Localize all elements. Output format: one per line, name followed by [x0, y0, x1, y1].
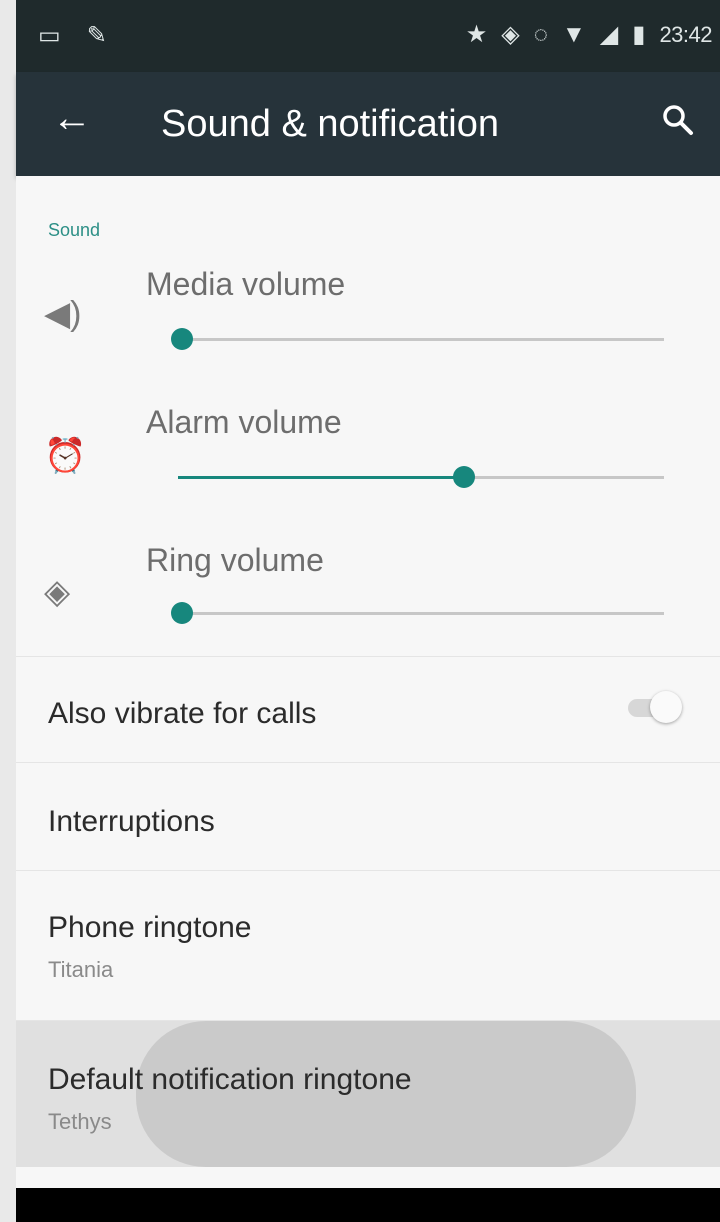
media-volume-label: Media volume — [146, 266, 346, 302]
toggle-knob — [650, 691, 682, 723]
vibrate-toggle[interactable] — [620, 691, 684, 723]
speaker-icon: ◀) — [44, 295, 82, 333]
interruptions-item[interactable]: Interruptions — [16, 762, 720, 871]
settings-content: Sound ◀) Media volume ⏰ Alarm volume ◈ R… — [16, 176, 720, 1188]
notification-ringtone-value: Tethys — [48, 1109, 112, 1134]
left-edge — [0, 0, 16, 1222]
alarm-volume-thumb[interactable] — [452, 466, 475, 488]
alarm-clock-icon: ⏰ — [44, 437, 87, 475]
ring-volume-slider[interactable] — [171, 602, 664, 624]
alarm-volume-slider[interactable] — [178, 466, 664, 488]
search-icon[interactable] — [658, 100, 698, 140]
app-bar: ← Sound & notification — [16, 72, 720, 176]
battery-icon: ▮ — [632, 21, 646, 48]
ring-volume-label: Ring volume — [146, 542, 324, 578]
media-volume-row: ◀) Media volume — [16, 246, 720, 382]
alarm-volume-row: ⏰ Alarm volume — [16, 382, 720, 518]
star-icon: ★ — [465, 21, 488, 48]
alarm-icon: ◌ — [533, 21, 548, 48]
phone-ringtone-item[interactable]: Phone ringtone Titania — [16, 870, 720, 1021]
vibrate-for-calls-label: Also vibrate for calls — [48, 697, 317, 730]
section-header-sound: Sound — [48, 220, 101, 240]
interruptions-label: Interruptions — [48, 805, 215, 838]
media-volume-thumb[interactable] — [171, 328, 193, 350]
status-right-icons: ★ ◈ ◌ ▼ ◢ ▮ 23:42 — [465, 21, 713, 48]
alarm-volume-fill — [178, 476, 460, 479]
alarm-volume-label: Alarm volume — [146, 404, 342, 440]
status-left-icons: ▭ ✎ — [38, 24, 107, 48]
phone-ringtone-label: Phone ringtone — [48, 911, 252, 944]
ring-volume-thumb[interactable] — [171, 602, 193, 624]
notification-ringtone-item[interactable]: Default notification ringtone Tethys — [16, 1020, 720, 1167]
vibrate-icon: ◈ — [501, 21, 520, 48]
ring-volume-row: ◈ Ring volume — [16, 520, 720, 656]
media-volume-slider[interactable] — [171, 328, 664, 350]
notification-ringtone-label: Default notification ringtone — [48, 1063, 412, 1096]
vibrate-for-calls-item[interactable]: Also vibrate for calls — [16, 656, 720, 763]
status-time: 23:42 — [659, 22, 712, 47]
pen-icon: ✎ — [86, 22, 107, 49]
phone-ringtone-value: Titania — [48, 957, 114, 982]
wifi-icon: ▼ — [561, 21, 586, 48]
signal-icon: ◢ — [599, 21, 619, 48]
vibrate-icon: ◈ — [44, 573, 71, 611]
navigation-bar — [16, 1188, 720, 1222]
status-bar: ▭ ✎ ★ ◈ ◌ ▼ ◢ ▮ 23:42 — [16, 0, 720, 72]
page-title: Sound & notification — [161, 103, 500, 145]
image-icon: ▭ — [38, 22, 61, 49]
arrow-back-icon[interactable]: ← — [52, 98, 92, 138]
phone-screen: ▭ ✎ ★ ◈ ◌ ▼ ◢ ▮ 23:42 ← Sound & notifica… — [0, 0, 720, 1222]
